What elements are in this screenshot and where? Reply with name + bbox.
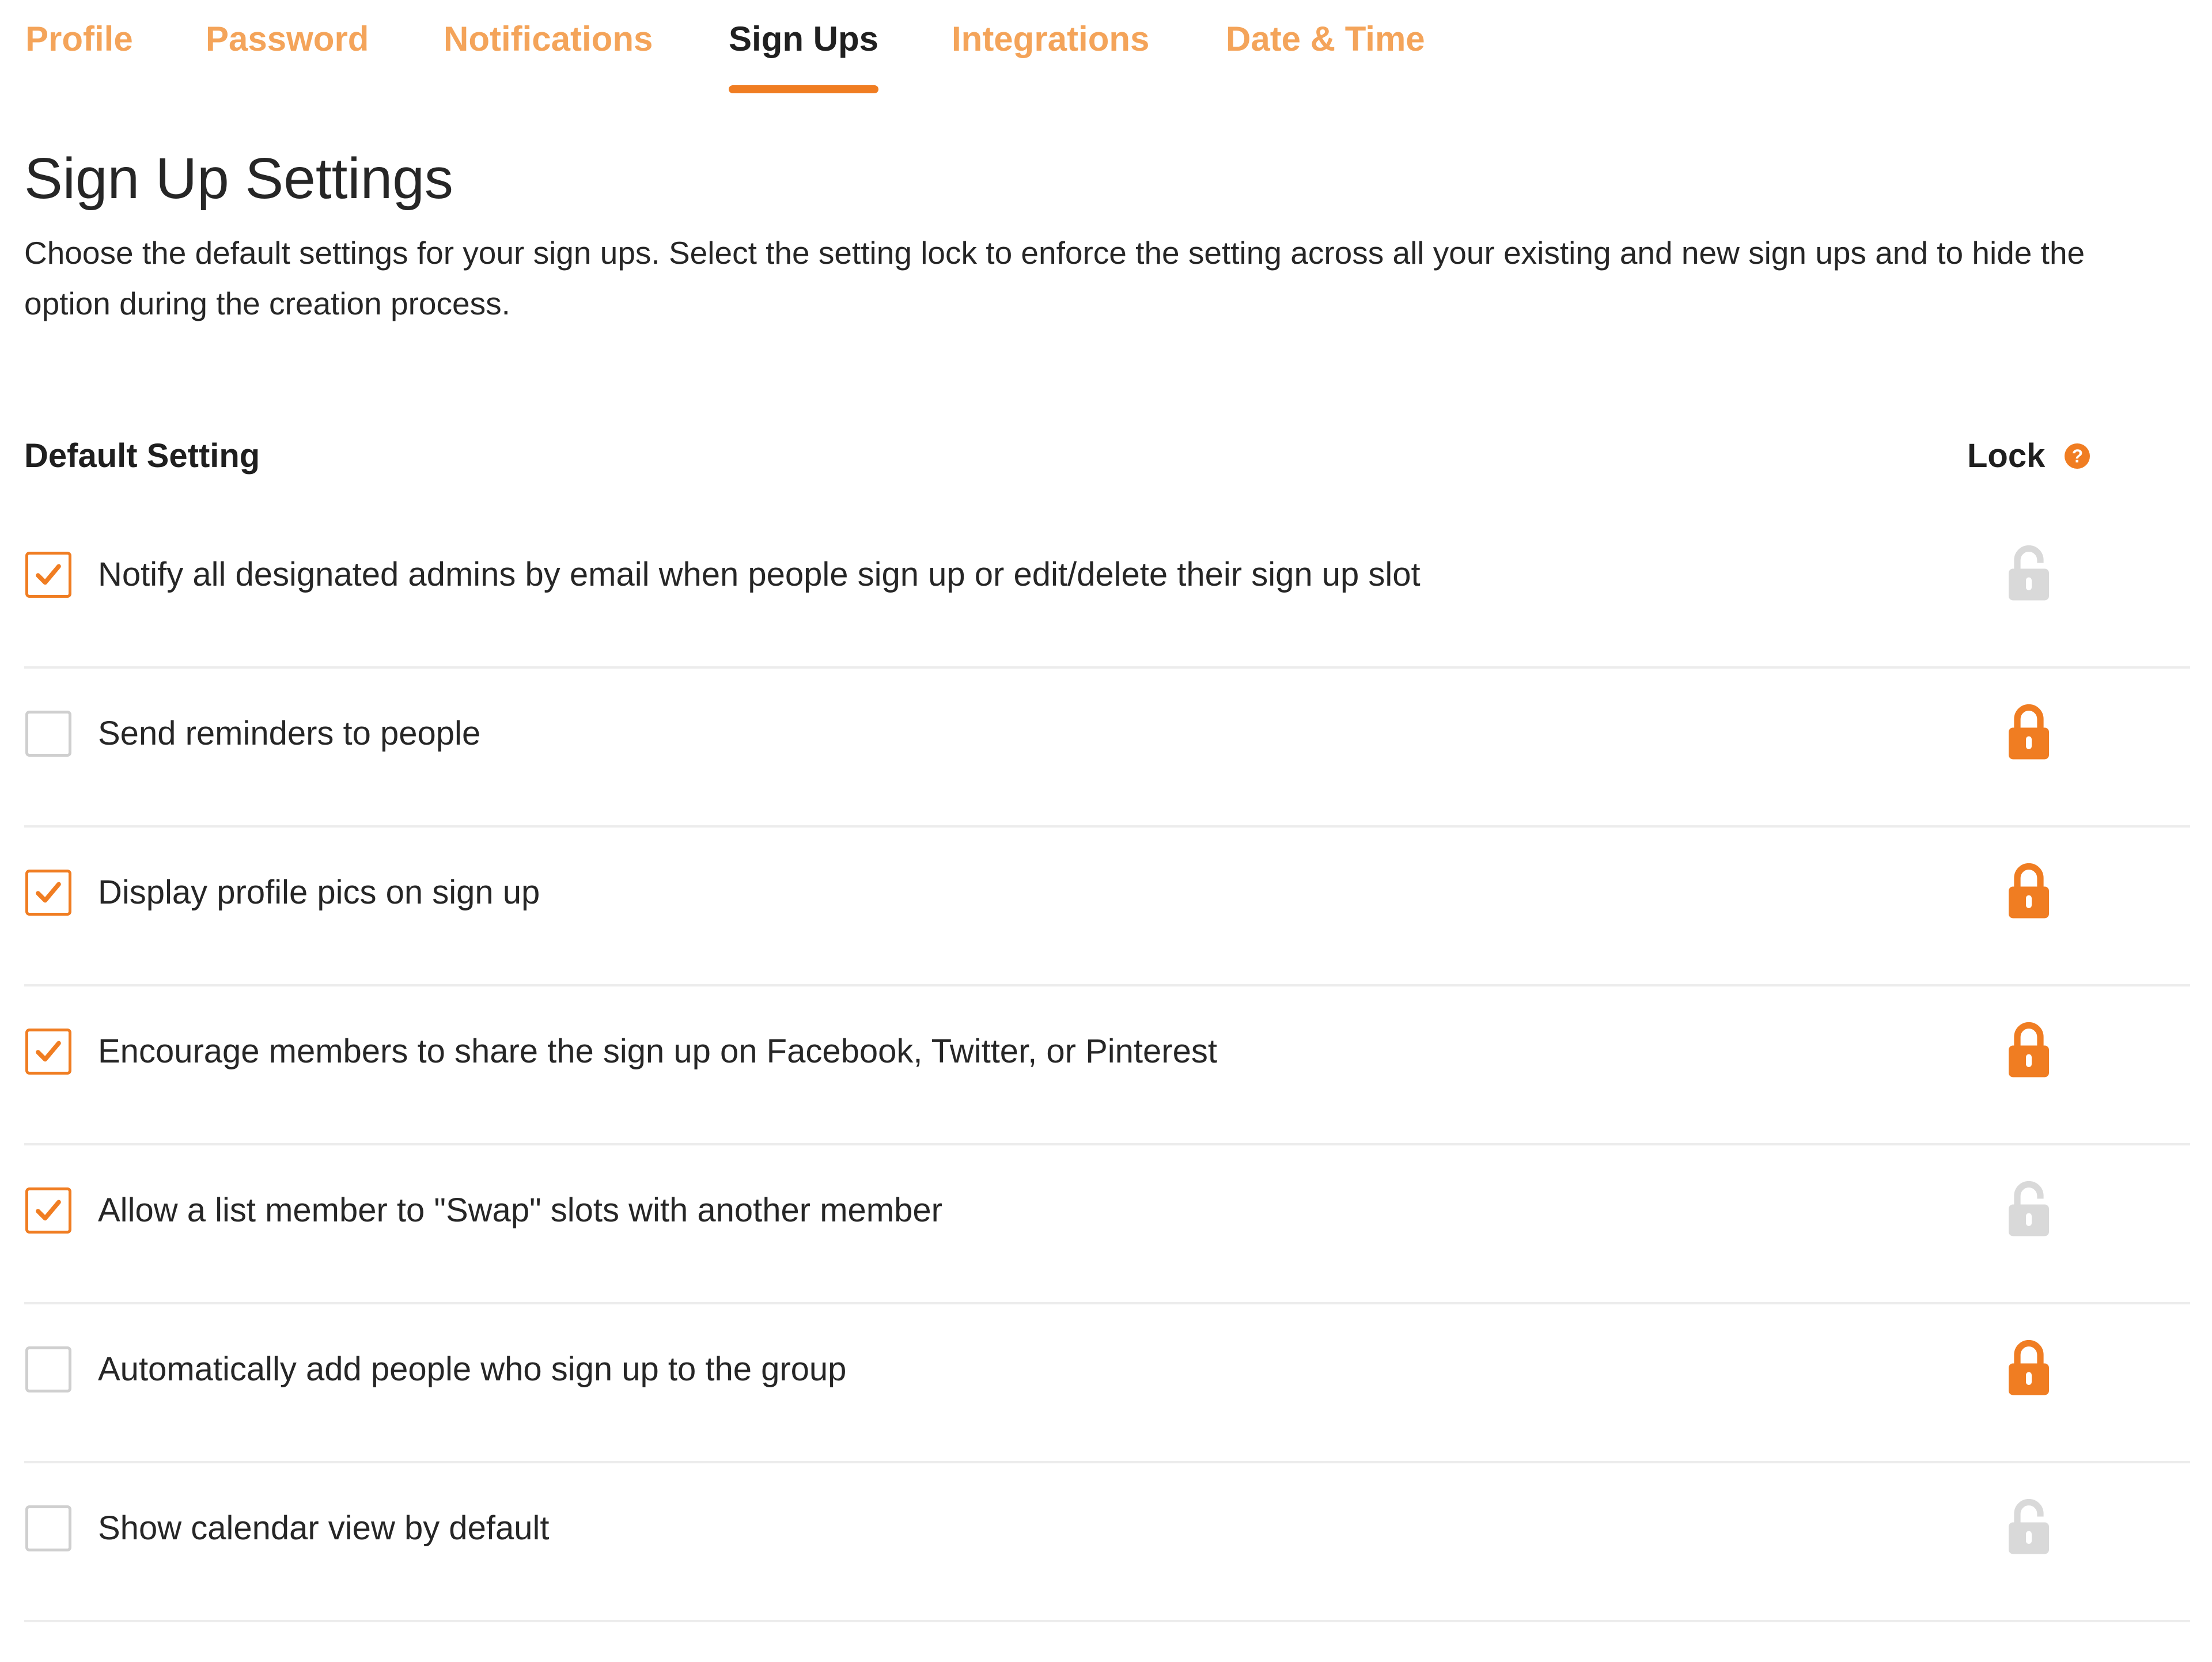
- checkmark-icon: [36, 564, 61, 585]
- tab-integrations[interactable]: Integrations: [952, 16, 1149, 85]
- setting-label: Notify all designated admins by email wh…: [98, 556, 1421, 593]
- send-reminders-lock-toggle[interactable]: [2006, 703, 2052, 761]
- calendar-view-lock-toggle[interactable]: [2006, 1498, 2052, 1555]
- lock-column-header: Lock ?: [1967, 433, 2090, 479]
- share-social-lock-toggle[interactable]: [2006, 1021, 2052, 1079]
- tab-profile[interactable]: Profile: [25, 16, 133, 85]
- setting-row-calendar-view: Show calendar view by default: [24, 1463, 2190, 1622]
- profile-pics-lock-toggle[interactable]: [2006, 862, 2052, 920]
- lock-closed-icon: [2009, 1022, 2049, 1077]
- page-title: Sign Up Settings: [24, 146, 453, 211]
- tab-notifications[interactable]: Notifications: [444, 16, 653, 85]
- swap-slots-lock-toggle[interactable]: [2006, 1180, 2052, 1238]
- setting-row-share-social: Encourage members to share the sign up o…: [24, 986, 2190, 1145]
- settings-list: Notify all designated admins by email wh…: [24, 510, 2190, 1622]
- setting-label: Send reminders to people: [98, 715, 481, 752]
- setting-row-notify-admins: Notify all designated admins by email wh…: [24, 510, 2190, 669]
- swap-slots-checkbox[interactable]: [25, 1187, 71, 1234]
- calendar-view-checkbox[interactable]: [25, 1505, 71, 1551]
- settings-tabs: Profile Password Notifications Sign Ups …: [0, 0, 2212, 101]
- lock-closed-icon: [2009, 863, 2049, 919]
- notify-admins-checkbox[interactable]: [25, 552, 71, 598]
- checkmark-icon: [36, 1041, 61, 1062]
- checkmark-icon: [36, 1200, 61, 1221]
- tab-password[interactable]: Password: [206, 16, 369, 85]
- lock-closed-icon: [2009, 704, 2049, 760]
- setting-row-send-reminders: Send reminders to people: [24, 669, 2190, 828]
- share-social-checkbox[interactable]: [25, 1029, 71, 1075]
- lock-open-icon: [2009, 1498, 2049, 1554]
- lock-open-icon: [2009, 545, 2049, 601]
- notify-admins-lock-toggle[interactable]: [2006, 544, 2052, 602]
- profile-pics-checkbox[interactable]: [25, 870, 71, 916]
- page-description: Choose the default settings for your sig…: [24, 235, 2085, 321]
- setting-label: Show calendar view by default: [98, 1509, 550, 1547]
- default-setting-header: Default Setting: [24, 437, 260, 475]
- add-to-group-checkbox[interactable]: [25, 1346, 71, 1392]
- send-reminders-checkbox[interactable]: [25, 711, 71, 757]
- tab-date-time[interactable]: Date & Time: [1226, 16, 1425, 85]
- setting-row-profile-pics: Display profile pics on sign up: [24, 828, 2190, 986]
- setting-label: Allow a list member to "Swap" slots with…: [98, 1192, 942, 1229]
- setting-row-add-to-group: Automatically add people who sign up to …: [24, 1304, 2190, 1463]
- lock-open-icon: [2009, 1181, 2049, 1236]
- setting-row-swap-slots: Allow a list member to "Swap" slots with…: [24, 1145, 2190, 1304]
- setting-label: Encourage members to share the sign up o…: [98, 1033, 1217, 1070]
- checkmark-icon: [36, 882, 61, 903]
- lock-closed-icon: [2009, 1340, 2049, 1395]
- tab-sign-ups[interactable]: Sign Ups: [729, 16, 879, 93]
- add-to-group-lock-toggle[interactable]: [2006, 1339, 2052, 1397]
- lock-header-label: Lock: [1967, 437, 2046, 475]
- setting-label: Automatically add people who sign up to …: [98, 1350, 847, 1388]
- help-icon[interactable]: ?: [2065, 443, 2090, 469]
- setting-label: Display profile pics on sign up: [98, 874, 540, 911]
